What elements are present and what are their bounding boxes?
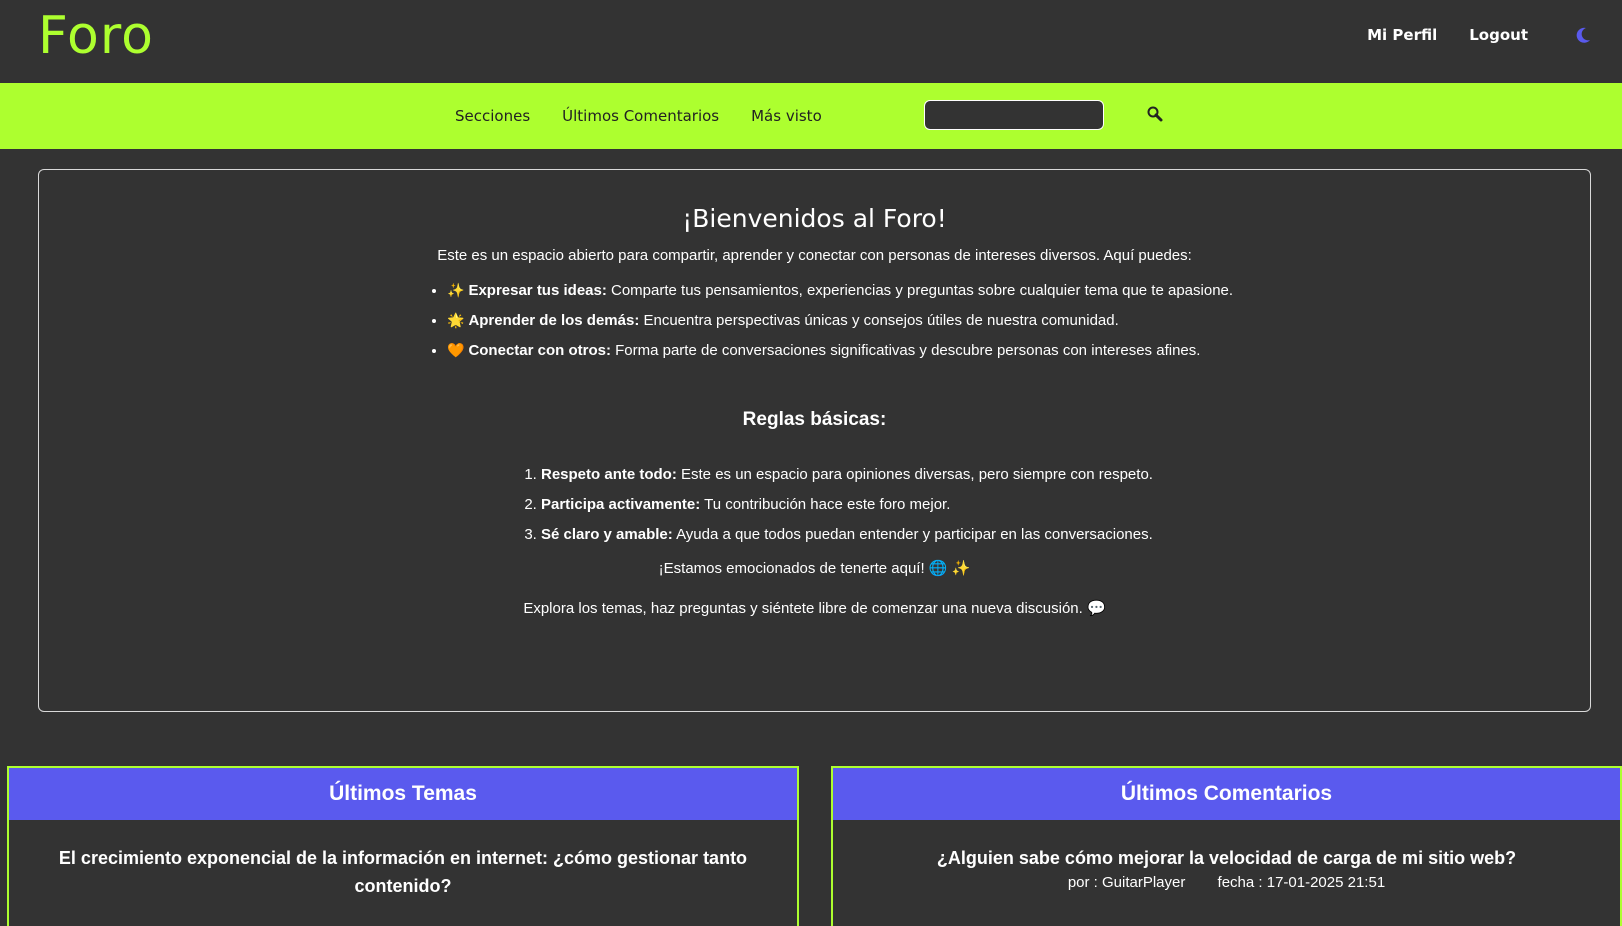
profile-link[interactable]: Mi Perfil: [1367, 26, 1437, 44]
rule-label: Participa activamente:: [541, 496, 701, 513]
star-icon: 🌟: [447, 312, 465, 328]
nav-item-secciones[interactable]: Secciones: [455, 107, 530, 125]
latest-topics-panel: Últimos Temas El crecimiento exponencial…: [7, 766, 799, 926]
feature-item: 🧡Conectar con otros: Forma parte de conv…: [447, 342, 1590, 359]
nav-item-ultimos-comentarios[interactable]: Últimos Comentarios: [562, 107, 719, 125]
rule-item: Respeto ante todo: Este es un espacio pa…: [541, 466, 1590, 483]
rule-text: Tu contribución hace este foro mejor.: [700, 496, 951, 513]
search-input[interactable]: [924, 100, 1104, 130]
feature-label: Conectar con otros:: [468, 342, 611, 359]
moon-icon[interactable]: [1574, 26, 1592, 44]
welcome-closing: ¡Estamos emocionados de tenerte aquí! 🌐 …: [658, 560, 971, 577]
comment-link[interactable]: ¿Alguien sabe cómo mejorar la velocidad …: [833, 820, 1620, 872]
comment-meta: por : GuitarPlayer fecha : 17-01-2025 21…: [833, 874, 1620, 891]
logout-link[interactable]: Logout: [1469, 26, 1528, 44]
user-menu: Mi Perfil Logout: [1367, 26, 1592, 44]
welcome-title: ¡Bienvenidos al Foro!: [682, 204, 947, 233]
welcome-intro: Este es un espacio abierto para comparti…: [437, 247, 1192, 264]
nav-item-mas-visto[interactable]: Más visto: [751, 107, 822, 125]
features-list: ✨Expresar tus ideas: Comparte tus pensam…: [427, 282, 1590, 359]
rule-item: Sé claro y amable: Ayuda a que todos pue…: [541, 526, 1590, 543]
feature-label: Expresar tus ideas:: [468, 282, 607, 299]
latest-comments-panel: Últimos Comentarios ¿Alguien sabe cómo m…: [831, 766, 1622, 926]
latest-comments-title: Últimos Comentarios: [833, 768, 1620, 820]
welcome-card: ¡Bienvenidos al Foro! Este es un espacio…: [38, 169, 1591, 712]
welcome-explore: Explora los temas, haz preguntas y siént…: [523, 600, 1106, 617]
rule-label: Respeto ante todo:: [541, 466, 677, 483]
comment-author: por : GuitarPlayer: [1067, 874, 1186, 891]
feature-text: Encuentra perspectivas únicas y consejos…: [639, 312, 1119, 329]
feature-item: 🌟Aprender de los demás: Encuentra perspe…: [447, 312, 1590, 329]
comment-date: fecha : 17-01-2025 21:51: [1217, 874, 1386, 891]
search-icon[interactable]: [1145, 104, 1167, 126]
feature-text: Forma parte de conversaciones significat…: [610, 342, 1201, 359]
main-nav: Secciones Últimos Comentarios Más visto: [0, 83, 1622, 149]
feature-item: ✨Expresar tus ideas: Comparte tus pensam…: [447, 282, 1590, 299]
feature-label: Aprender de los demás:: [468, 312, 640, 329]
sparkles-icon: ✨: [447, 282, 465, 298]
nav-links: Secciones Últimos Comentarios Más visto: [455, 107, 822, 125]
rules-title: Reglas básicas:: [742, 409, 887, 430]
topic-link[interactable]: El crecimiento exponencial de la informa…: [9, 820, 797, 900]
heart-icon: 🧡: [447, 342, 465, 358]
rule-label: Sé claro y amable:: [541, 526, 673, 543]
feature-text: Comparte tus pensamientos, experiencias …: [606, 282, 1234, 299]
site-logo[interactable]: Foro: [38, 6, 154, 66]
top-header: Foro Mi Perfil Logout: [0, 0, 1622, 83]
rule-text: Este es un espacio para opiniones divers…: [676, 466, 1153, 483]
latest-topics-title: Últimos Temas: [9, 768, 797, 820]
rule-text: Ayuda a que todos puedan entender y part…: [672, 526, 1153, 543]
rule-item: Participa activamente: Tu contribución h…: [541, 496, 1590, 513]
rules-list: Respeto ante todo: Este es un espacio pa…: [503, 466, 1590, 543]
